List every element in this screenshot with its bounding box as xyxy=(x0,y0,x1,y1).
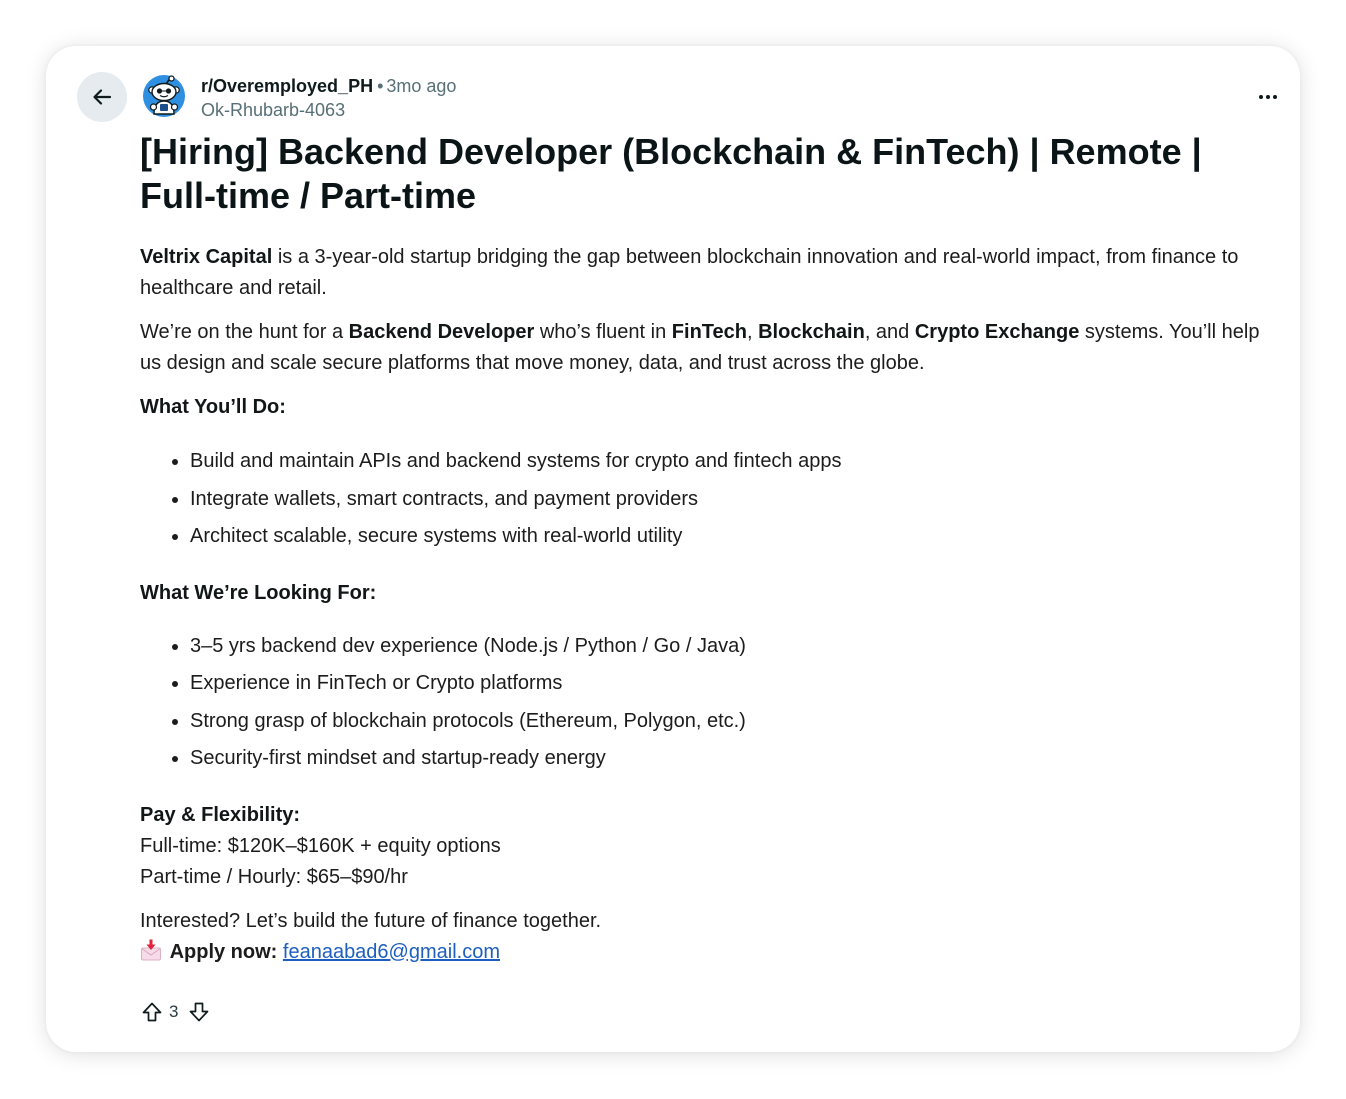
post-time: 3mo ago xyxy=(386,76,457,96)
list-item: Experience in FinTech or Crypto platform… xyxy=(190,668,1265,699)
list-item: 3–5 yrs backend dev experience (Node.js … xyxy=(190,631,1265,662)
apply-line: Apply now: feanaabad6@gmail.com xyxy=(140,937,1265,968)
vote-bar: 3 xyxy=(140,996,1265,1028)
post-meta: r/Overemployed_PH • 3mo ago Ok-Rhubarb-406… xyxy=(201,74,456,122)
pitch-skill: FinTech xyxy=(671,321,747,343)
post-card: r/Overemployed_PH • 3mo ago Ok-Rhubarb-406… xyxy=(46,46,1300,1052)
arrow-left-icon xyxy=(93,89,112,105)
more-options-button[interactable] xyxy=(1254,83,1282,111)
pitch-role: Backend Developer xyxy=(348,321,535,343)
what-you-do-list: Build and maintain APIs and backend syst… xyxy=(140,446,1265,552)
pay-full-time: Full-time: $120K–$160K + equity options xyxy=(140,834,501,857)
pay-heading: Pay & Flexibility: xyxy=(140,803,301,826)
apply-label: Apply now: xyxy=(169,940,278,963)
list-item: Architect scalable, secure systems with … xyxy=(190,521,1265,552)
looking-for-heading: What We’re Looking For: xyxy=(140,581,377,604)
what-you-do-heading: What You’ll Do: xyxy=(140,396,286,418)
list-item: Security-first mindset and startup-ready… xyxy=(190,743,1265,774)
subreddit-avatar[interactable] xyxy=(142,74,186,118)
pitch-skill: Crypto Exchange xyxy=(914,321,1080,343)
back-button[interactable] xyxy=(77,72,127,122)
company-name: Veltrix Capital xyxy=(140,246,273,268)
list-item: Integrate wallets, smart contracts, and … xyxy=(190,484,1265,515)
intro-paragraph: Veltrix Capital is a 3-year-old startup … xyxy=(140,242,1265,304)
pay-part-time: Part-time / Hourly: $65–$90/hr xyxy=(140,865,408,888)
vote-count: 3 xyxy=(169,1001,179,1021)
upvote-arrow-icon xyxy=(142,1002,162,1021)
intro-text: is a 3-year-old startup bridging the gap… xyxy=(140,246,1239,299)
post-content: [Hiring] Backend Developer (Blockchain &… xyxy=(140,130,1265,1028)
upvote-button[interactable] xyxy=(140,1000,164,1024)
subreddit-line: r/Overemployed_PH • 3mo ago xyxy=(201,74,456,98)
author-username[interactable]: Ok-Rhubarb-4063 xyxy=(201,98,456,122)
closing-section: Interested? Let’s build the future of fi… xyxy=(140,906,1265,968)
post-title: [Hiring] Backend Developer (Blockchain &… xyxy=(140,131,1202,216)
pitch-text: who’s fluent in xyxy=(534,321,672,343)
pay-section: Pay & Flexibility: Full-time: $120K–$160… xyxy=(140,800,1265,893)
snoo-avatar-icon xyxy=(143,75,185,117)
list-item: Build and maintain APIs and backend syst… xyxy=(190,446,1265,477)
subreddit-name[interactable]: r/Overemployed_PH xyxy=(201,76,373,96)
pitch-text: We’re on the hunt for a xyxy=(140,321,349,343)
downvote-button[interactable] xyxy=(187,1000,211,1024)
closing-text: Interested? Let’s build the future of fi… xyxy=(140,909,602,932)
envelope-with-arrow-icon xyxy=(141,939,161,960)
list-item: Strong grasp of blockchain protocols (Et… xyxy=(190,706,1265,737)
pitch-text: , and xyxy=(864,321,915,343)
meta-separator: • xyxy=(377,76,384,96)
pitch-text: , xyxy=(746,321,759,343)
downvote-arrow-icon xyxy=(190,1002,209,1021)
more-horizontal-icon xyxy=(1259,95,1277,99)
apply-email-link[interactable]: feanaabad6@gmail.com xyxy=(283,941,500,963)
pitch-skill: Blockchain xyxy=(758,321,865,343)
pitch-paragraph: We’re on the hunt for a Backend Develope… xyxy=(140,317,1265,379)
looking-for-list: 3–5 yrs backend dev experience (Node.js … xyxy=(140,631,1265,775)
